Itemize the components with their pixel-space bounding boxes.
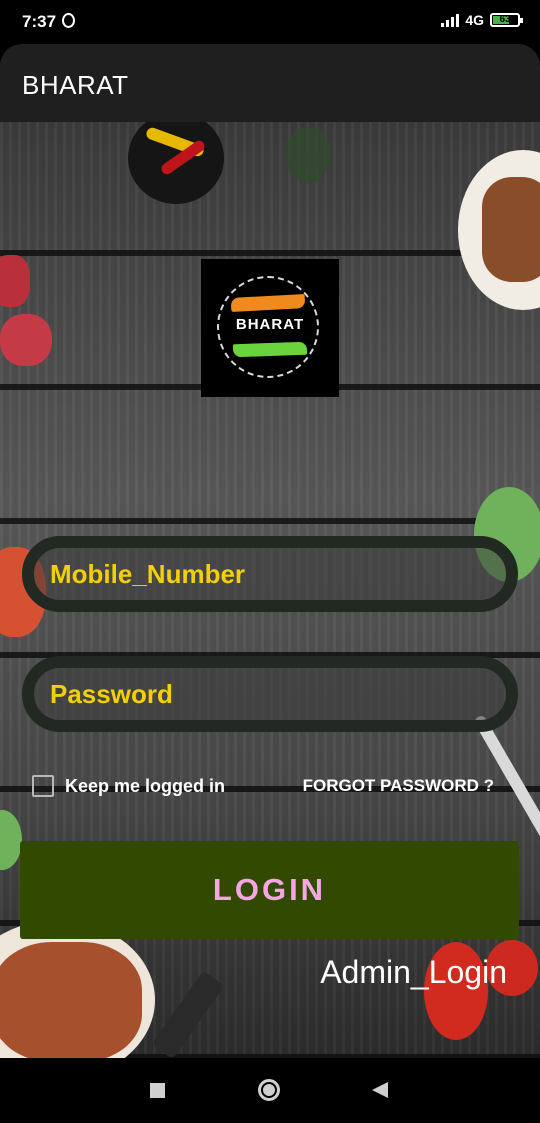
app-title: BHARAT [22,70,129,100]
signal-icon [441,13,460,27]
notification-ring-icon [62,13,75,28]
password-field[interactable] [22,656,518,732]
forgot-password-link[interactable]: FORGOT PASSWORD ? [303,776,494,796]
tomato-image [0,255,30,307]
back-icon[interactable] [372,1082,388,1098]
battery-icon: 63 [490,13,523,27]
tomato-image [0,314,52,366]
password-input[interactable] [48,668,492,720]
home-icon[interactable] [258,1079,280,1101]
herb-image [285,127,331,183]
mobile-number-field[interactable] [22,536,518,612]
logo-text: BHARAT [235,316,305,333]
network-label: 4G [465,12,484,28]
app-bar: BHARAT [0,44,540,122]
status-time: 7:37 [22,12,57,31]
steak-image [0,942,142,1058]
admin-login-link[interactable]: Admin_Login [320,954,507,991]
utensil-image [151,970,225,1058]
status-right: 4G 63 [441,12,523,28]
meat-image [482,177,540,282]
bharat-logo: BHARAT [201,259,339,397]
battery-level: 63 [499,14,511,25]
keep-logged-in[interactable]: Keep me logged in [32,775,225,797]
mobile-number-input[interactable] [48,548,492,600]
login-screen: BHARAT Keep me logged in FORGOT PASSWORD… [0,122,540,1058]
status-bar: 7:37 4G 63 [0,0,540,44]
login-button[interactable]: LOGIN [20,841,519,939]
keep-logged-in-label[interactable]: Keep me logged in [65,776,225,797]
logo-green-stroke [232,341,308,358]
recents-icon[interactable] [150,1083,165,1098]
keep-logged-in-checkbox[interactable] [32,775,54,797]
basil-image [0,810,22,870]
